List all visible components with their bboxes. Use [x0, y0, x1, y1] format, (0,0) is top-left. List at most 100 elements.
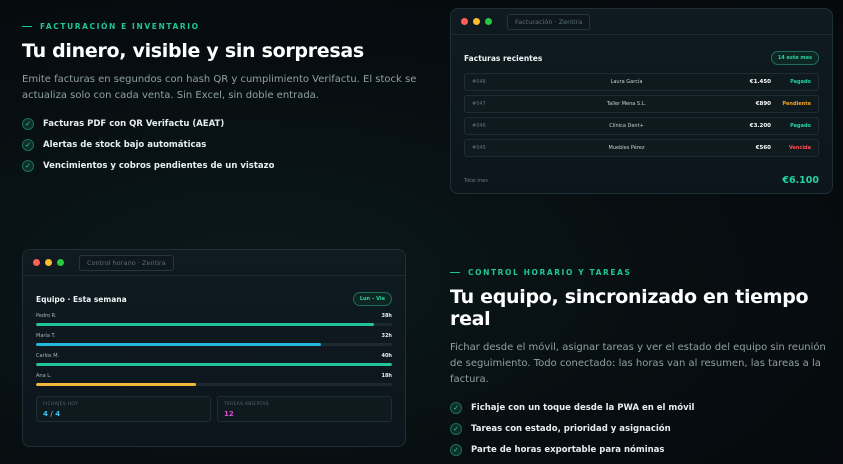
feature-item: ✓ Vencimientos y cobros pendientes de un …	[22, 160, 422, 172]
stat-card-open-tasks: TAREAS ABIERTAS 12	[217, 396, 392, 422]
team-panel: Equipo · Esta semana Lun – Vie Pedro R. 3…	[23, 276, 405, 430]
check-icon: ✓	[22, 160, 34, 172]
member-hours: 38h	[381, 313, 392, 319]
hours-bar-track	[36, 343, 392, 346]
minimize-dot-icon[interactable]	[473, 18, 480, 25]
check-icon: ✓	[450, 423, 462, 435]
invoice-count-badge: 14 este mes	[770, 51, 819, 65]
feature-text: Vencimientos y cobros pendientes de un v…	[43, 161, 275, 171]
feature-text: Alertas de stock bajo automáticas	[43, 140, 207, 150]
check-icon: ✓	[450, 402, 462, 414]
team-window: Control horario · Zentira Equipo · Esta …	[22, 249, 406, 447]
billing-headline: Tu dinero, visible y sin sorpresas	[22, 40, 364, 62]
feature-item: ✓ Tareas con estado, prioridad y asignaci…	[450, 423, 835, 435]
feature-text: Fichaje con un toque desde la PWA en el …	[471, 403, 695, 413]
billing-feature-list: ✓ Facturas PDF con QR Verifactu (AEAT) ✓ A…	[22, 118, 422, 172]
eyebrow-line	[450, 272, 460, 273]
invoice-row[interactable]: #046 Clínica Dent+ €3.200 Pagado	[464, 117, 819, 135]
hours-bar-fill	[36, 323, 375, 326]
hours-bar-fill	[36, 383, 197, 386]
window-url-bar: Facturación · Zentira	[507, 13, 591, 30]
timekeeping-headline: Tu equipo, sincronizado en tiempo real	[450, 286, 809, 330]
invoice-client: Clínica Dent+	[609, 123, 644, 129]
member-name: María T.	[36, 333, 56, 339]
invoice-amount: €3.200	[749, 123, 771, 129]
close-dot-icon[interactable]	[461, 18, 468, 25]
stat-value: 12	[224, 410, 234, 418]
timekeeping-eyebrow-text: CONTROL HORARIO Y TAREAS	[468, 268, 632, 277]
feature-item: ✓ Fichaje con un toque desde la PWA en el…	[450, 402, 835, 414]
member-name: Carlos M.	[36, 353, 60, 359]
invoice-panel-title: Facturas recientes	[464, 53, 543, 63]
hours-bar-fill	[36, 363, 392, 366]
member-hours: 40h	[381, 353, 392, 359]
timekeeping-description: Fichar desde el móvil, asignar tareas y …	[450, 342, 826, 385]
timekeeping-feature-list: ✓ Fichaje con un toque desde la PWA en el…	[450, 402, 835, 456]
eyebrow-line	[22, 26, 32, 27]
invoice-amount: €1.450	[749, 79, 771, 85]
hours-bar-fill	[36, 343, 321, 346]
invoice-number: #045	[472, 145, 486, 151]
invoice-amount: €890	[755, 101, 771, 107]
invoice-client: Muebles Pérez	[608, 145, 645, 151]
close-dot-icon[interactable]	[33, 259, 40, 266]
member-row: Ana L. 18h	[36, 373, 392, 386]
invoice-client: Laura García	[610, 79, 643, 85]
hours-bar-track	[36, 323, 392, 326]
status-badge: Pendiente	[782, 101, 811, 107]
invoice-panel: Facturas recientes 14 este mes #048 Laur…	[451, 35, 832, 193]
timekeeping-section: CONTROL HORARIO Y TAREAS Tu equipo, sinc…	[450, 268, 835, 464]
billing-section: FACTURACIÓN E INVENTARIO Tu dinero, visi…	[22, 22, 422, 181]
invoice-window: Facturación · Zentira Facturas recientes…	[450, 8, 833, 194]
member-name: Pedro R.	[36, 313, 57, 319]
billing-description: Emite facturas en segundos con hash QR y…	[22, 74, 417, 101]
invoice-panel-header: Facturas recientes 14 este mes	[464, 51, 819, 65]
member-row: María T. 32h	[36, 333, 392, 346]
hours-bar-track	[36, 383, 392, 386]
maximize-dot-icon[interactable]	[57, 259, 64, 266]
check-icon: ✓	[22, 118, 34, 130]
invoice-number: #046	[472, 123, 486, 129]
team-stats: FICHAJES HOY 4 / 4 TAREAS ABIERTAS 12	[36, 396, 392, 422]
hours-bar-track	[36, 363, 392, 366]
team-panel-header: Equipo · Esta semana Lun – Vie	[36, 292, 392, 306]
feature-item: ✓ Parte de horas exportable para nóminas	[450, 444, 835, 456]
invoice-client: Taller Mena S.L.	[606, 101, 647, 107]
feature-text: Tareas con estado, prioridad y asignació…	[471, 424, 671, 434]
invoice-number: #047	[472, 101, 486, 107]
window-url-bar: Control horario · Zentira	[79, 254, 174, 271]
team-panel-title: Equipo · Esta semana	[36, 294, 127, 304]
check-icon: ✓	[450, 444, 462, 456]
member-hours: 18h	[381, 373, 392, 379]
feature-text: Facturas PDF con QR Verifactu (AEAT)	[43, 119, 225, 129]
invoice-row[interactable]: #045 Muebles Pérez €560 Vencida	[464, 139, 819, 157]
invoice-total: Total mes €6.100	[464, 175, 819, 186]
maximize-dot-icon[interactable]	[485, 18, 492, 25]
feature-item: ✓ Alertas de stock bajo automáticas	[22, 139, 422, 151]
window-titlebar: Control horario · Zentira	[23, 250, 405, 276]
invoice-row[interactable]: #047 Taller Mena S.L. €890 Pendiente	[464, 95, 819, 113]
feature-text: Parte de horas exportable para nóminas	[471, 445, 665, 455]
stat-card-checkins: FICHAJES HOY 4 / 4	[36, 396, 211, 422]
window-titlebar: Facturación · Zentira	[451, 9, 832, 35]
minimize-dot-icon[interactable]	[45, 259, 52, 266]
member-row: Carlos M. 40h	[36, 353, 392, 366]
status-badge: Vencida	[788, 145, 811, 151]
check-icon: ✓	[22, 139, 34, 151]
invoice-row[interactable]: #048 Laura García €1.450 Pagado	[464, 73, 819, 91]
member-row: Pedro R. 38h	[36, 313, 392, 326]
stat-label: FICHAJES HOY	[43, 402, 79, 407]
feature-item: ✓ Facturas PDF con QR Verifactu (AEAT)	[22, 118, 422, 130]
timekeeping-eyebrow: CONTROL HORARIO Y TAREAS	[450, 268, 835, 277]
total-value: €6.100	[782, 175, 819, 186]
invoice-list: #048 Laura García €1.450 Pagado #047 Tal…	[464, 73, 819, 157]
total-label: Total mes	[464, 177, 488, 184]
billing-eyebrow: FACTURACIÓN E INVENTARIO	[22, 22, 422, 31]
invoice-number: #048	[472, 79, 486, 85]
week-range-badge: Lun – Vie	[352, 292, 392, 306]
stat-value: 4 / 4	[43, 410, 61, 418]
billing-eyebrow-text: FACTURACIÓN E INVENTARIO	[40, 22, 200, 31]
status-badge: Pagado	[790, 79, 811, 85]
member-name: Ana L.	[36, 373, 52, 379]
member-hours: 32h	[381, 333, 392, 339]
